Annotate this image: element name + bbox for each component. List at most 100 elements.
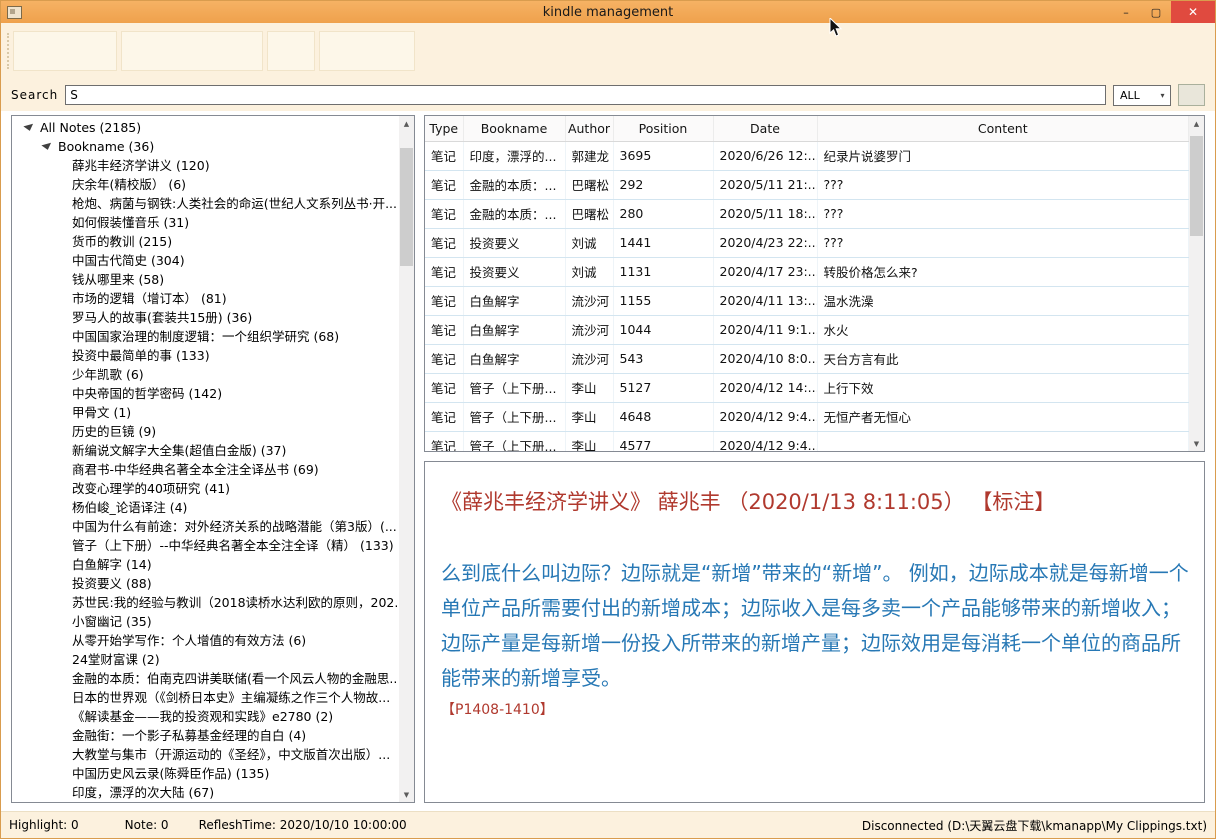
tree-item[interactable]: 庆余年(精校版） (6) — [14, 175, 397, 194]
table-scrollbar-thumb[interactable] — [1190, 136, 1203, 236]
table-row[interactable]: 笔记管子（上下册...李山46482020/4/12 9:4...无恒产者无恒心 — [425, 402, 1189, 431]
note-detail-header: 《薛兆丰经济学讲义》 薛兆丰 （2020/1/13 8:11:05） 【标注】 — [441, 486, 1190, 516]
tree-item[interactable]: 管子（上下册）--中华经典名著全本全注全译（精） (133) — [14, 536, 397, 555]
table-cell: 2020/4/12 9:4... — [713, 402, 817, 431]
scroll-down-icon[interactable]: ▼ — [1189, 436, 1204, 451]
titlebar: kindle management – ▢ ✕ — [1, 1, 1215, 23]
status-bar: Highlight: 0 Note: 0 RefleshTime: 2020/1… — [1, 811, 1215, 838]
table-cell: 笔记 — [425, 402, 463, 431]
tree-item[interactable]: 新编说文解字大全集(超值白金版) (37) — [14, 441, 397, 460]
tree-item[interactable]: 钱从哪里来 (58) — [14, 270, 397, 289]
toolbar-button-4[interactable] — [319, 31, 415, 71]
tree-item[interactable]: 从零开始学写作：个人增值的有效方法 (6) — [14, 631, 397, 650]
table-row[interactable]: 笔记金融的本质：...巴曙松2922020/5/11 21:...??? — [425, 170, 1189, 199]
toolbar-button-2[interactable] — [121, 31, 263, 71]
table-row[interactable]: 笔记印度，漂浮的...郭建龙36952020/6/26 12:...纪录片说婆罗… — [425, 141, 1189, 170]
book-tree-panel: All Notes (2185) Bookname (36) 薛兆丰经济学讲义 … — [11, 115, 415, 803]
tree-item[interactable]: 枪炮、病菌与钢铁:人类社会的命运(世纪人文系列丛书·开... — [14, 194, 397, 213]
tree-item[interactable]: 苏世民:我的经验与教训（2018读桥水达利欧的原则，202... — [14, 593, 397, 612]
tree-item[interactable]: 少年凯歌 (6) — [14, 365, 397, 384]
tree-item[interactable]: 如何假装懂音乐 (31) — [14, 213, 397, 232]
tree-item[interactable]: 中国历史风云录(陈舜臣作品) (135) — [14, 764, 397, 783]
tree-item[interactable]: 小窗幽记 (35) — [14, 612, 397, 631]
column-header[interactable]: Date — [713, 116, 817, 141]
toolbar-button-3[interactable] — [267, 31, 315, 71]
tree-item[interactable]: 中国为什么有前途：对外经济关系的战略潜能（第3版）(... — [14, 517, 397, 536]
tree-item[interactable]: 历史的巨镜 (9) — [14, 422, 397, 441]
scroll-down-icon[interactable]: ▼ — [399, 787, 414, 802]
table-row[interactable]: 笔记白鱼解字流沙河11552020/4/11 13:...温水洗澡 — [425, 286, 1189, 315]
table-cell: 1131 — [613, 257, 713, 286]
minimize-button[interactable]: – — [1111, 1, 1141, 23]
tree-item[interactable]: 市场的逻辑（增订本） (81) — [14, 289, 397, 308]
table-row[interactable]: 笔记管子（上下册...李山45772020/4/12 9:4... — [425, 431, 1189, 452]
table-row[interactable]: 笔记管子（上下册...李山51272020/4/12 14:...上行下效 — [425, 373, 1189, 402]
table-cell: 流沙河 — [565, 344, 613, 373]
column-header[interactable]: Type — [425, 116, 463, 141]
column-header[interactable]: Content — [817, 116, 1189, 141]
column-header[interactable]: Author — [565, 116, 613, 141]
table-cell: 笔记 — [425, 286, 463, 315]
tree-root-all-notes[interactable]: All Notes (2185) — [14, 118, 397, 137]
column-header[interactable]: Bookname — [463, 116, 565, 141]
expander-icon[interactable] — [41, 142, 52, 150]
table-row[interactable]: 笔记白鱼解字流沙河5432020/4/10 8:0...天台方言有此 — [425, 344, 1189, 373]
tree-item[interactable]: 金融街：一个影子私募基金经理的自白 (4) — [14, 726, 397, 745]
table-cell: 280 — [613, 199, 713, 228]
table-cell: 金融的本质：... — [463, 199, 565, 228]
tree-item[interactable]: 罗马人的故事(套装共15册) (36) — [14, 308, 397, 327]
tree-item[interactable]: 日本的世界观（《剑桥日本史》主编凝练之作三个人物故... — [14, 688, 397, 707]
tree-item[interactable]: 大教堂与集市（开源运动的《圣经》，中文版首次出版）... — [14, 745, 397, 764]
maximize-button[interactable]: ▢ — [1141, 1, 1171, 23]
tree-item[interactable]: 货币的教训 (215) — [14, 232, 397, 251]
tree-item[interactable]: 金融的本质：伯南克四讲美联储(看一个风云人物的金融思... — [14, 669, 397, 688]
tree-item[interactable]: 商君书-中华经典名著全本全注全译丛书 (69) — [14, 460, 397, 479]
column-header[interactable]: Position — [613, 116, 713, 141]
tree-item[interactable]: 中国古代简史 (304) — [14, 251, 397, 270]
tree-item[interactable]: 中国国家治理的制度逻辑：一个组织学研究 (68) — [14, 327, 397, 346]
tree-item[interactable]: 投资要义 (88) — [14, 574, 397, 593]
search-side-button[interactable] — [1178, 84, 1205, 106]
search-input[interactable] — [65, 85, 1106, 105]
table-row[interactable]: 笔记白鱼解字流沙河10442020/4/11 9:1...水火 — [425, 315, 1189, 344]
status-highlight-count: Highlight: 0 — [9, 818, 79, 832]
close-button[interactable]: ✕ — [1171, 1, 1215, 23]
table-cell: 流沙河 — [565, 286, 613, 315]
expander-icon[interactable] — [23, 123, 34, 131]
tree-item[interactable]: 杨伯峻_论语译注 (4) — [14, 498, 397, 517]
table-cell: 刘诚 — [565, 228, 613, 257]
tree-item[interactable]: 薛兆丰经济学讲义 (120) — [14, 156, 397, 175]
table-cell: 3695 — [613, 141, 713, 170]
table-scrollbar[interactable]: ▲ ▼ — [1189, 116, 1204, 451]
table-row[interactable]: 笔记投资要义刘诚14412020/4/23 22:...??? — [425, 228, 1189, 257]
filter-dropdown[interactable]: ALL ▾ — [1113, 85, 1171, 106]
tree-item[interactable]: 投资中最简单的事 (133) — [14, 346, 397, 365]
table-cell: 543 — [613, 344, 713, 373]
table-cell: 白鱼解字 — [463, 344, 565, 373]
tree-item[interactable]: 《解读基金——我的投资观和实践》e2780 (2) — [14, 707, 397, 726]
tree-item[interactable]: 白鱼解字 (14) — [14, 555, 397, 574]
tree-scrollbar-thumb[interactable] — [400, 148, 413, 266]
table-cell: 笔记 — [425, 199, 463, 228]
table-cell: 笔记 — [425, 344, 463, 373]
scroll-up-icon[interactable]: ▲ — [399, 116, 414, 131]
tree-group-bookname[interactable]: Bookname (36) — [14, 137, 397, 156]
table-cell: 投资要义 — [463, 257, 565, 286]
tree-item[interactable]: 甲骨文 (1) — [14, 403, 397, 422]
toolbar — [1, 23, 1215, 79]
table-cell: 管子（上下册... — [463, 402, 565, 431]
table-cell: 白鱼解字 — [463, 286, 565, 315]
notes-table-panel: TypeBooknameAuthorPositionDateContent 笔记… — [424, 115, 1205, 452]
app-icon — [7, 6, 22, 19]
table-cell: 郭建龙 — [565, 141, 613, 170]
toolbar-button-1[interactable] — [13, 31, 117, 71]
scroll-up-icon[interactable]: ▲ — [1189, 116, 1204, 131]
tree-item[interactable]: 中央帝国的哲学密码 (142) — [14, 384, 397, 403]
tree-item[interactable]: 印度，漂浮的次大陆 (67) — [14, 783, 397, 800]
status-note-count: Note: 0 — [125, 818, 169, 832]
tree-item[interactable]: 改变心理学的40项研究 (41) — [14, 479, 397, 498]
tree-scrollbar[interactable]: ▲ ▼ — [399, 116, 414, 802]
table-row[interactable]: 笔记金融的本质：...巴曙松2802020/5/11 18:...??? — [425, 199, 1189, 228]
table-row[interactable]: 笔记投资要义刘诚11312020/4/17 23:...转股价格怎么来? — [425, 257, 1189, 286]
tree-item[interactable]: 24堂财富课 (2) — [14, 650, 397, 669]
